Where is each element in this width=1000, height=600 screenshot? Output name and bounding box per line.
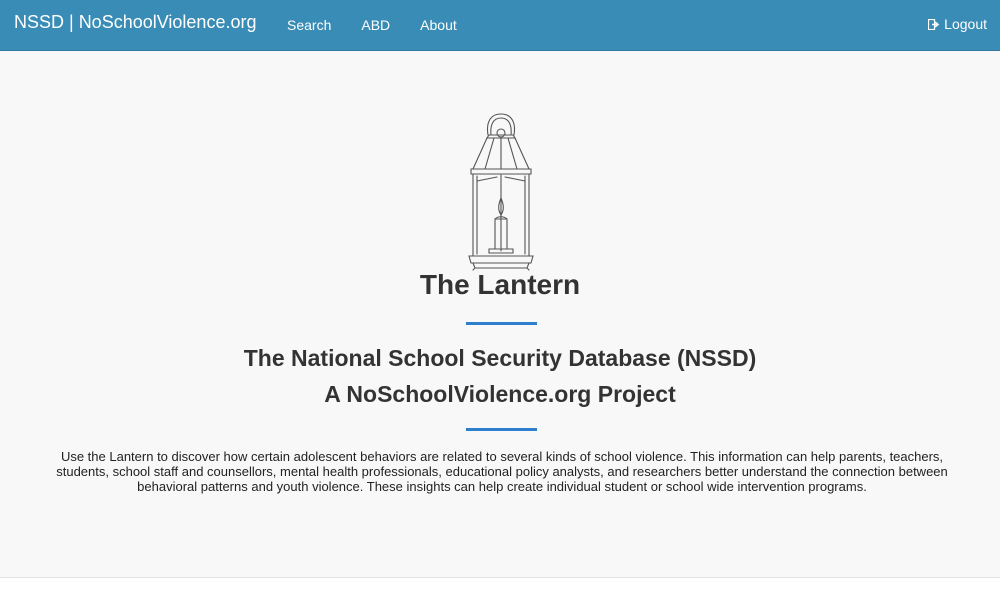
subtitle-divider xyxy=(466,428,537,431)
nav-item-about: About xyxy=(405,17,472,33)
hero-section: The Lantern The National School Security… xyxy=(0,51,1000,578)
nav-menu: Search ABD About xyxy=(272,0,472,50)
title-divider xyxy=(466,322,537,325)
logout-label: Logout xyxy=(944,16,987,32)
nav-link-search[interactable]: Search xyxy=(272,17,346,33)
brand-link[interactable]: NSSD | NoSchoolViolence.org xyxy=(14,12,256,33)
subtitle-line-2: A NoSchoolViolence.org Project xyxy=(324,381,676,407)
logout-icon xyxy=(928,18,940,30)
nav-link-abd[interactable]: ABD xyxy=(346,17,405,33)
subtitle-line-1: The National School Security Database (N… xyxy=(243,345,757,371)
nav-item-search: Search xyxy=(272,17,346,33)
nav-link-about[interactable]: About xyxy=(405,17,472,33)
page-title: The Lantern xyxy=(419,269,581,300)
nav-item-abd: ABD xyxy=(346,17,405,33)
lantern-illustration xyxy=(468,113,534,271)
logout-button[interactable]: Logout xyxy=(928,16,987,32)
intro-paragraph: Use the Lantern to discover how certain … xyxy=(56,449,948,494)
top-navbar: NSSD | NoSchoolViolence.org Search ABD A… xyxy=(0,0,1000,51)
